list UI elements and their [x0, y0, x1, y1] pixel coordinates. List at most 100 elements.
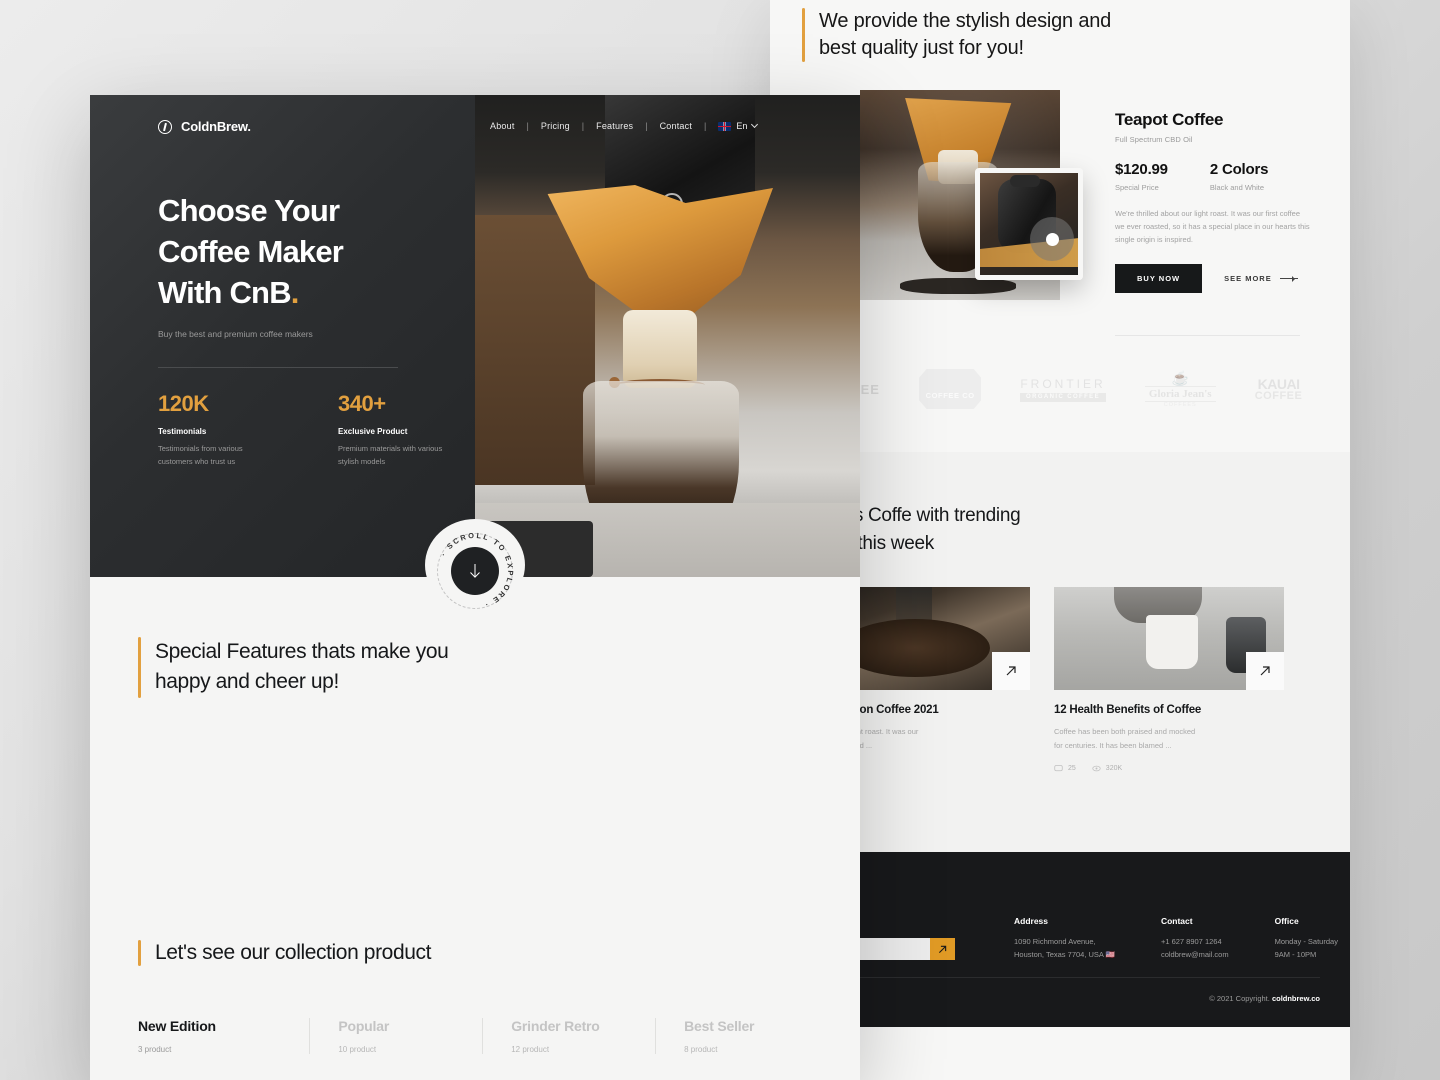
tagline-text: We provide the stylish design and best q… — [819, 8, 1111, 62]
footer-copyright: © 2021 Copyright. coldnbrew.co — [1209, 994, 1320, 1003]
nav-item-pricing[interactable]: Pricing — [541, 121, 570, 131]
product-colors: 2 Colors — [1209, 161, 1269, 178]
collection-tab-label: Best Seller — [684, 1018, 755, 1034]
blog-views-count: 320K — [1105, 765, 1123, 772]
hero-subtitle: Buy the best and premium coffee makers — [158, 329, 313, 339]
collection-tab-count: 12 product — [511, 1045, 550, 1054]
brand-gloria-sub: COFFEES — [1163, 401, 1197, 408]
blog-thumbnail — [1054, 587, 1284, 690]
buy-now-button[interactable]: BUY NOW — [1115, 264, 1203, 294]
collection-tab-best-seller[interactable]: Best Seller 8 product — [655, 1018, 828, 1054]
features-heading-line-2: happy and cheer up! — [155, 670, 339, 694]
features-heading: Special Features thats make you happy an… — [138, 637, 558, 698]
footer-columns: Address 1090 Richmond Avenue, Houston, T… — [1014, 916, 1338, 962]
language-label: En — [736, 121, 748, 131]
stat-testimonials: 120K Testimonials Testimonials from vari… — [158, 391, 270, 468]
collection-tab-popular[interactable]: Popular 10 product — [309, 1018, 482, 1054]
product-base-shape — [900, 278, 1016, 294]
arrow-up-right-icon[interactable] — [992, 652, 1030, 690]
footer-column-address: Address 1090 Richmond Avenue, Houston, T… — [1014, 916, 1115, 962]
product-subtitle: Full Spectrum CBD Oil — [1115, 135, 1193, 144]
collection-tab-grinder-retro[interactable]: Grinder Retro 12 product — [482, 1018, 655, 1054]
product-price-block: $120.99 Special Price — [1115, 161, 1168, 192]
collection-tab-new-edition[interactable]: New Edition 3 product — [138, 1018, 309, 1054]
collection-heading-text: Let's see our collection product — [155, 941, 432, 964]
stat-number: 340+ — [338, 391, 386, 416]
language-selector[interactable]: En — [718, 120, 759, 131]
newsletter-submit-button[interactable] — [930, 938, 955, 960]
nav-item-about[interactable]: About — [490, 121, 515, 131]
collection-section: Let's see our collection product New Edi… — [138, 940, 828, 1054]
play-dot-icon[interactable] — [1030, 217, 1074, 261]
primary-page-mockup: ColdnBrew. Choose Your Coffee Maker With… — [90, 95, 860, 1080]
collection-tab-count: 10 product — [338, 1045, 377, 1054]
brand-logo-frontier: FRONTIER ORGANIC COFFEE — [1020, 377, 1106, 402]
brand-coffee-co-label: COFFEE CO — [925, 391, 975, 400]
blog-card-title: 12 Health Benefits of Coffee — [1054, 704, 1202, 716]
product-see-more-label: SEE MORE — [1224, 274, 1272, 284]
brand-logo-gloria-jeans: ☕ Gloria Jean's COFFEES — [1144, 371, 1216, 408]
hero-stats: 120K Testimonials Testimonials from vari… — [158, 391, 450, 468]
nav-item-features[interactable]: Features — [596, 121, 633, 131]
accent-bar — [802, 8, 805, 62]
product-price: $120.99 — [1115, 161, 1168, 178]
footer-copyright-site: coldnbrew.co — [1271, 994, 1320, 1003]
footer-column-line-2: Houston, Texas 7704, USA 🇺🇸 — [1014, 949, 1115, 959]
stat-description: Testimonials from various customers who … — [158, 444, 243, 467]
hero-title-dot: . — [290, 274, 300, 310]
nav-item-contact[interactable]: Contact — [660, 121, 692, 131]
brand-kauai-bottom: COFFEE — [1254, 390, 1303, 402]
footer-column-line-1: Monday - Saturday — [1274, 937, 1338, 946]
stat-exclusive-product: 340+ Exclusive Product Premium materials… — [338, 391, 450, 468]
footer-column-office: Office Monday - Saturday 9AM - 10PM — [1275, 916, 1338, 962]
footer-copyright-prefix: © 2021 Copyright. — [1209, 994, 1272, 1003]
arrow-up-right-icon[interactable] — [1246, 652, 1284, 690]
footer-column-line-2: coldbrew@mail.com — [1160, 949, 1229, 959]
tagline-line-2: best quality just for you! — [819, 37, 1024, 59]
product-see-more-link[interactable]: SEE MORE — [1224, 274, 1298, 283]
product-info: Teapot Coffee Full Spectrum CBD Oil $120… — [1115, 110, 1330, 294]
mug-shape — [1146, 615, 1198, 669]
bean-circle-icon — [158, 119, 172, 134]
nav-separator: | — [526, 121, 529, 131]
brand-logo-kauai: KAUAI COFFEE — [1255, 376, 1303, 402]
collection-tab-label: Grinder Retro — [511, 1018, 600, 1034]
brand-frontier-bottom: ORGANIC COFFEE — [1020, 392, 1106, 402]
footer-column-line-2: 9AM - 10PM — [1274, 949, 1317, 959]
blog-comments-count: 25 — [1068, 765, 1076, 772]
product-colors-block: 2 Colors Black and White — [1209, 161, 1269, 192]
wood-shape — [475, 215, 595, 485]
footer-column-line-1: 1090 Richmond Avenue, — [1014, 937, 1096, 946]
collection-tab-label: New Edition — [138, 1018, 216, 1034]
nav-separator: | — [704, 121, 707, 131]
footer-column-contact: Contact +1 627 8907 1264 coldbrew@mail.c… — [1161, 916, 1229, 962]
site-logo[interactable]: ColdnBrew. — [158, 119, 251, 134]
kettle-lid-shape — [1010, 175, 1040, 187]
blog-card-excerpt-line-2: for centuries. It has been blamed ... — [1054, 740, 1172, 750]
stat-number: 120K — [158, 391, 209, 416]
hero-title: Choose Your Coffee Maker With CnB. — [158, 191, 458, 314]
hero-divider — [158, 367, 398, 368]
brand-gloria-label: Gloria Jean's — [1144, 385, 1216, 402]
product-price-caption: Special Price — [1115, 183, 1159, 192]
product-thumbnail-card[interactable] — [975, 168, 1083, 280]
footer-column-title: Office — [1274, 916, 1299, 926]
blog-card[interactable]: 12 Health Benefits of Coffee Coffee has … — [1054, 587, 1284, 773]
chevron-down-icon — [751, 120, 759, 129]
tagline-line-1: We provide the stylish design and — [819, 10, 1112, 32]
accent-bar — [138, 637, 141, 698]
uk-flag-icon — [718, 121, 732, 131]
scroll-to-explore-badge[interactable]: · SCROLL TO EXPLORE · — [425, 519, 525, 611]
product-price-row: $120.99 Special Price 2 Colors Black and… — [1115, 161, 1330, 192]
product-actions: BUY NOW SEE MORE — [1115, 264, 1330, 294]
nav-separator: | — [581, 121, 585, 131]
hero-title-line-3: With CnB — [158, 274, 292, 310]
tagline: We provide the stylish design and best q… — [802, 8, 1142, 62]
blog-card-meta: 25 320K — [1054, 764, 1284, 773]
arrow-down-icon — [470, 564, 480, 578]
collection-tab-count: 8 product — [684, 1045, 718, 1054]
scroll-down-button[interactable] — [451, 547, 499, 595]
main-navigation: About | Pricing | Features | Contact | E… — [490, 120, 759, 131]
site-logo-label: ColdnBrew. — [181, 119, 251, 134]
section-divider — [1115, 335, 1300, 336]
